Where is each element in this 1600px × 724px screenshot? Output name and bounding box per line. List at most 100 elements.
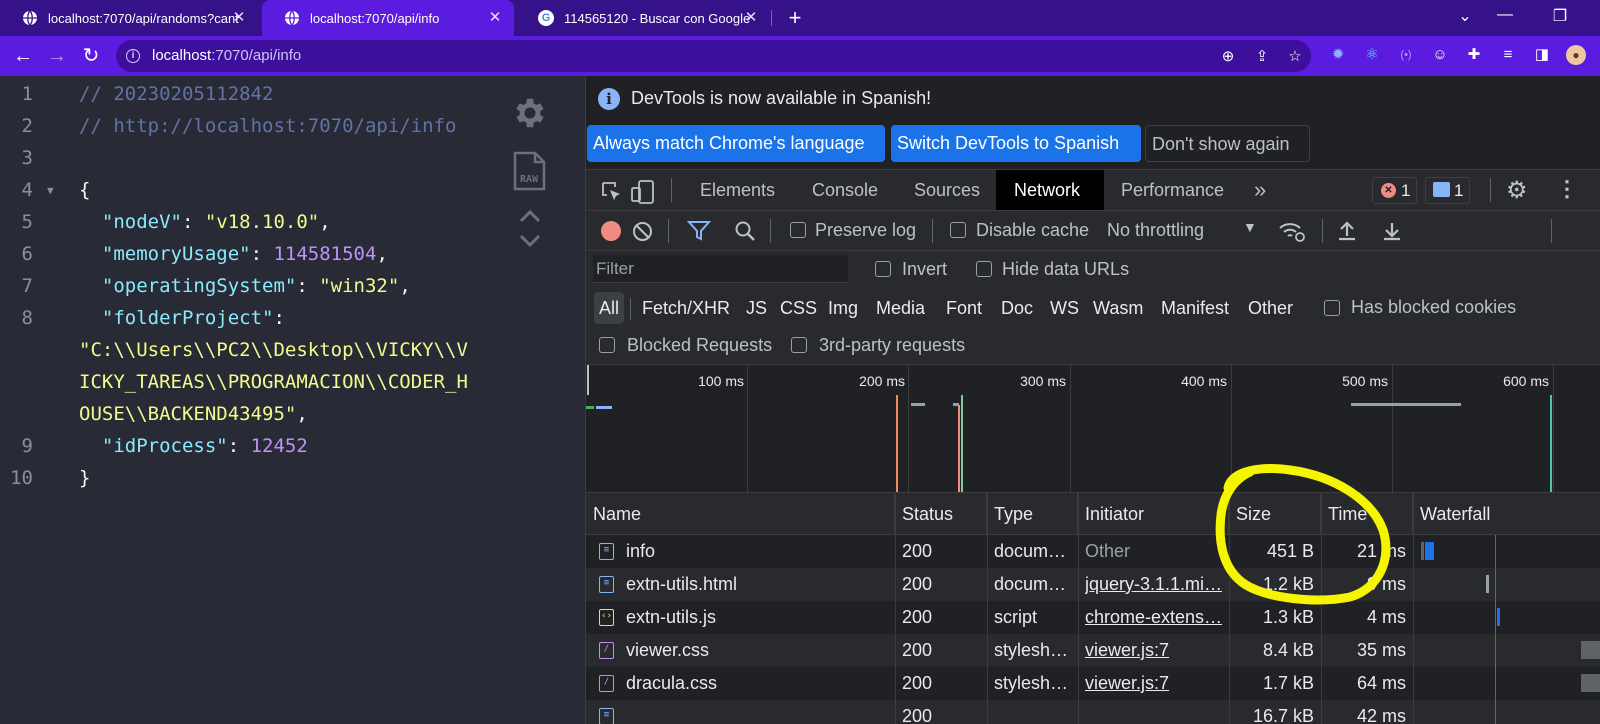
disable-cache-checkbox[interactable] [950, 222, 966, 238]
zoom-icon[interactable]: ⊕ [1219, 48, 1237, 66]
type-filter-doc[interactable]: Doc [996, 292, 1038, 324]
filter-input[interactable] [593, 255, 848, 283]
import-har-icon[interactable] [1336, 220, 1358, 242]
blocked-requests-checkbox[interactable] [599, 337, 615, 353]
fold-toggle-icon[interactable]: ▼ [47, 184, 54, 197]
forward-arrow-icon[interactable]: → [45, 44, 69, 68]
cell-initiator[interactable]: chrome-extens… [1085, 601, 1223, 634]
share-icon[interactable]: ⇪ [1253, 48, 1271, 66]
cell-initiator[interactable]: viewer.js:7 [1085, 634, 1223, 667]
clear-icon[interactable] [632, 221, 653, 242]
settings-gear-icon[interactable]: ⚙ [1506, 176, 1528, 205]
preserve-log-checkbox[interactable] [790, 222, 806, 238]
table-row[interactable]: ≡ info 200 docum… Other 451 B 21 ms [586, 535, 1600, 568]
table-row[interactable]: / viewer.css 200 stylesh… viewer.js:7 8.4 kB 3… [586, 634, 1600, 667]
extension-brackets-icon[interactable]: (•) [1396, 45, 1416, 65]
third-party-label: 3rd-party requests [819, 335, 966, 355]
type-filter-font[interactable]: Font [941, 292, 987, 324]
switch-to-spanish-button[interactable]: Switch DevTools to Spanish [891, 125, 1141, 162]
side-panel-icon[interactable]: ◨ [1532, 45, 1552, 65]
gear-icon[interactable] [511, 94, 549, 132]
close-icon[interactable]: ✕ [486, 9, 504, 27]
table-row[interactable]: ‹› extn-utils.js 200 script chrome-extens… 1.… [586, 601, 1600, 634]
tab-info[interactable]: localhost:7070/api/info ✕ [262, 0, 514, 36]
error-counter[interactable]: ✕ 1 [1372, 177, 1418, 204]
network-conditions-icon[interactable] [1278, 219, 1306, 243]
cell-initiator[interactable]: jquery-3.1.1.mi… [1085, 568, 1223, 601]
type-filter-wasm[interactable]: Wasm [1088, 292, 1148, 324]
type-filter-img[interactable]: Img [823, 292, 863, 324]
inspect-element-icon[interactable] [600, 180, 624, 204]
tab-console[interactable]: Console [794, 170, 896, 210]
url-text[interactable]: localhost:7070/api/info [152, 47, 301, 64]
gridline [747, 365, 748, 492]
address-bar[interactable]: i localhost:7070/api/info ⊕ ⇪ ☆ [116, 40, 1311, 72]
column-header-time[interactable]: Time [1321, 493, 1413, 535]
column-header-type[interactable]: Type [987, 493, 1078, 535]
more-tabs-icon[interactable]: » [1236, 170, 1284, 210]
has-blocked-cookies-checkbox[interactable] [1324, 300, 1340, 316]
invert-checkbox[interactable] [875, 261, 891, 277]
tab-randoms[interactable]: localhost:7070/api/randoms?cant ✕ [0, 0, 258, 36]
minimize-button[interactable]: — [1490, 6, 1520, 24]
filter-icon[interactable] [687, 220, 711, 242]
type-filter-fetch-xhr[interactable]: Fetch/XHR [637, 292, 735, 324]
type-filter-manifest[interactable]: Manifest [1156, 292, 1234, 324]
tab-performance[interactable]: Performance [1103, 170, 1242, 210]
network-overview-timeline[interactable]: 100 ms 200 ms 300 ms 400 ms 500 ms 600 m… [586, 365, 1600, 493]
column-header-name[interactable]: Name [586, 493, 895, 535]
new-tab-button[interactable]: + [783, 6, 807, 30]
close-icon[interactable]: ✕ [230, 9, 248, 27]
table-row[interactable]: ≡ 200 16.7 kB 42 ms [586, 700, 1600, 724]
table-row[interactable]: / dracula.css 200 stylesh… viewer.js:7 1.7 kB… [586, 667, 1600, 700]
type-filter-js[interactable]: JS [741, 292, 772, 324]
hide-data-urls-checkbox[interactable] [976, 261, 992, 277]
throttling-select[interactable]: No throttling [1107, 220, 1204, 241]
tab-elements[interactable]: Elements [682, 170, 793, 210]
message-counter[interactable]: 1 [1425, 177, 1471, 204]
column-header-waterfall[interactable]: Waterfall [1413, 493, 1600, 535]
restore-button[interactable]: ❐ [1545, 6, 1575, 26]
bookmark-star-icon[interactable]: ☆ [1286, 48, 1304, 66]
type-filter-media[interactable]: Media [871, 292, 930, 324]
column-header-initiator[interactable]: Initiator [1078, 493, 1229, 535]
tab-network[interactable]: Network [996, 170, 1104, 210]
extension-face-icon[interactable]: ☺ [1430, 45, 1450, 65]
type-filter-css[interactable]: CSS [775, 292, 822, 324]
search-icon[interactable] [734, 220, 756, 242]
type-filter-all[interactable]: All [594, 292, 625, 324]
preserve-log-label: Preserve log [815, 220, 917, 240]
tab-sources[interactable]: Sources [896, 170, 998, 210]
close-icon[interactable]: ✕ [742, 9, 760, 27]
type-filter-ws[interactable]: WS [1045, 292, 1084, 324]
cell-initiator[interactable]: viewer.js:7 [1085, 667, 1223, 700]
chevron-down-icon[interactable] [519, 234, 541, 248]
dropdown-arrow-icon[interactable]: ▼ [1243, 219, 1257, 235]
dont-show-again-button[interactable]: Don't show again [1145, 125, 1310, 162]
kebab-menu-icon[interactable]: ⋮ [1556, 176, 1578, 202]
puzzle-icon[interactable]: ✚ [1464, 45, 1484, 65]
tab-google[interactable]: G 114565120 - Buscar con Google ✕ [516, 0, 770, 36]
site-info-icon[interactable]: i [126, 49, 140, 63]
document-icon: ≡ [599, 576, 614, 593]
back-arrow-icon[interactable]: ← [11, 44, 35, 68]
gridline [1553, 365, 1554, 492]
record-icon[interactable] [601, 221, 621, 241]
cell-initiator[interactable] [1085, 700, 1223, 724]
extension-sun-icon[interactable]: ✹ [1328, 45, 1348, 65]
profile-avatar[interactable]: ● [1566, 45, 1586, 65]
reload-icon[interactable]: ↻ [79, 44, 103, 68]
chevron-up-icon[interactable] [519, 209, 541, 223]
column-header-size[interactable]: Size [1229, 493, 1321, 535]
media-queue-icon[interactable]: ≡ [1498, 45, 1518, 65]
raw-file-icon[interactable]: RAW [513, 151, 546, 191]
react-devtools-icon[interactable]: ⚛ [1362, 45, 1382, 65]
table-row[interactable]: ≡ extn-utils.html 200 docum… jquery-3.1.1.mi… [586, 568, 1600, 601]
third-party-checkbox[interactable] [791, 337, 807, 353]
always-match-language-button[interactable]: Always match Chrome's language [587, 125, 885, 162]
export-har-icon[interactable] [1381, 220, 1403, 242]
column-header-status[interactable]: Status [895, 493, 987, 535]
device-toolbar-icon[interactable] [630, 179, 656, 205]
type-filter-other[interactable]: Other [1243, 292, 1298, 324]
chevron-down-icon[interactable]: ⌄ [1450, 6, 1480, 26]
